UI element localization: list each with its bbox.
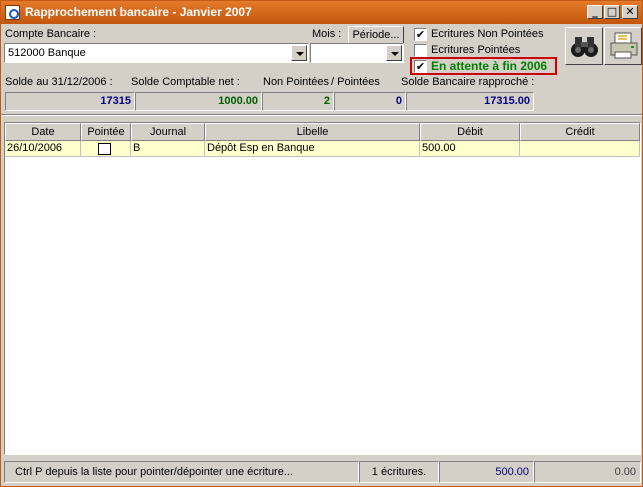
pointed-count-label: / Pointées (331, 76, 380, 88)
cell-debit[interactable]: 500.00 (420, 141, 520, 157)
search-button[interactable] (565, 27, 603, 65)
book-balance-value: 1000.00 (135, 92, 262, 111)
account-value: 512000 Banque (8, 47, 86, 59)
column-header-debit[interactable]: Débit (420, 123, 520, 141)
table-row[interactable]: 26/10/2006 B Dépôt Esp en Banque 500.00 (5, 141, 640, 157)
table-header: Date Pointée Journal Libelle Débit Crédi… (5, 123, 640, 141)
balance-value: 17315 (5, 92, 135, 111)
print-button[interactable] (604, 27, 642, 65)
maximize-button[interactable]: □ (604, 5, 620, 19)
minimize-button[interactable]: _ (587, 5, 603, 19)
app-icon (5, 5, 20, 20)
pending-checkbox[interactable]: ✔ (414, 60, 427, 73)
binoculars-icon (571, 37, 598, 57)
unpointed-checkbox-label: Ecritures Non Pointées (431, 28, 544, 40)
pointee-checkbox[interactable] (98, 143, 111, 155)
title-bar[interactable]: Rapprochement bancaire - Janvier 2007 _ … (1, 1, 642, 24)
column-header-libelle[interactable]: Libelle (205, 123, 420, 141)
chevron-down-icon[interactable] (291, 45, 307, 61)
unpointed-checkbox[interactable]: ✔ (414, 28, 427, 41)
month-select[interactable] (310, 43, 404, 63)
column-header-journal[interactable]: Journal (131, 123, 205, 141)
status-bar: Ctrl P depuis la liste pour pointer/dépo… (4, 461, 641, 483)
column-header-pointee[interactable]: Pointée (81, 123, 131, 141)
status-credit-total: 0.00 (534, 461, 641, 483)
status-debit-total: 500.00 (439, 461, 534, 483)
cell-pointee[interactable] (81, 141, 131, 157)
pointed-checkbox[interactable] (414, 44, 427, 57)
account-label: Compte Bancaire : (5, 28, 97, 40)
cell-journal[interactable]: B (131, 141, 205, 157)
cell-date[interactable]: 26/10/2006 (5, 141, 81, 157)
pending-checkbox-label: En attente à fin 2006 (431, 59, 548, 73)
divider (1, 114, 642, 116)
close-button[interactable]: ✕ (622, 5, 638, 19)
column-header-date[interactable]: Date (5, 123, 81, 141)
month-label: Mois : (312, 28, 342, 40)
status-entry-count: 1 écritures. (359, 461, 439, 483)
cell-libelle[interactable]: Dépôt Esp en Banque (205, 141, 420, 157)
pointed-checkbox-label: Ecritures Pointées (431, 44, 521, 56)
unpointed-count-value: 2 (262, 92, 334, 111)
chevron-down-icon[interactable] (386, 45, 402, 61)
unpointed-count-label: Non Pointées (263, 76, 330, 88)
printer-icon (610, 32, 638, 59)
period-button[interactable]: Période... (348, 26, 404, 44)
book-balance-label: Solde Comptable net : (131, 76, 240, 88)
cell-credit[interactable] (520, 141, 640, 157)
column-header-credit[interactable]: Crédit (520, 123, 640, 141)
reconciled-balance-label: Solde Bancaire rapproché : (401, 76, 535, 88)
pointed-count-value: 0 (334, 92, 406, 111)
status-hint: Ctrl P depuis la liste pour pointer/dépo… (4, 461, 359, 483)
window-title: Rapprochement bancaire - Janvier 2007 (25, 5, 252, 19)
reconciliation-window: Rapprochement bancaire - Janvier 2007 _ … (0, 0, 643, 487)
balance-label: Solde au 31/12/2006 : (5, 76, 113, 88)
entries-table[interactable]: Date Pointée Journal Libelle Débit Crédi… (4, 122, 641, 455)
reconciled-balance-value: 17315.00 (406, 92, 534, 111)
account-select[interactable]: 512000 Banque (4, 43, 309, 63)
